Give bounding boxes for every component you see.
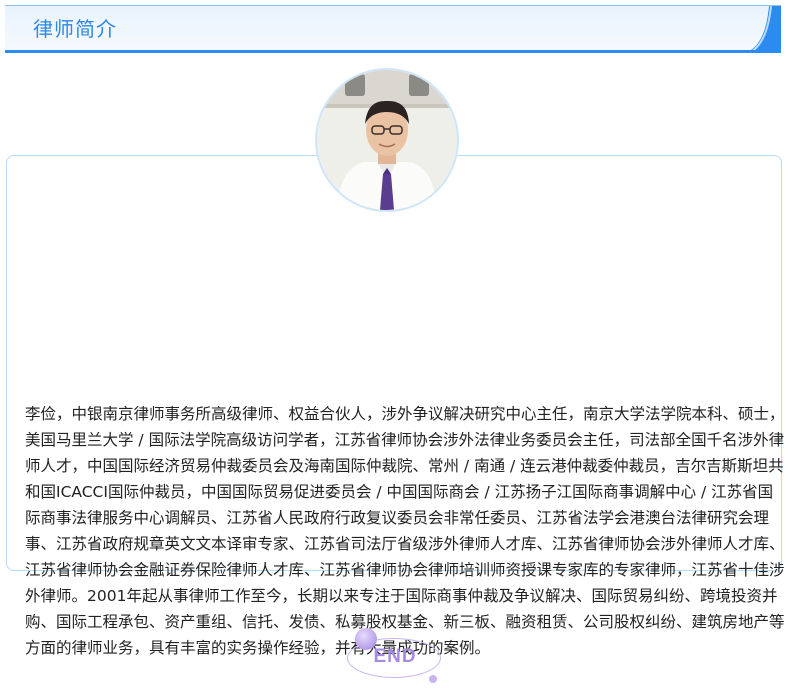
end-small-dot-icon <box>429 675 437 683</box>
profile-card: 李俭，中银南京律师事务所高级律师、权益合伙人，涉外争议解决研究中心主任，南京大学… <box>6 155 785 657</box>
end-label: END <box>373 646 417 667</box>
section-title: 律师简介 <box>33 17 117 41</box>
lawyer-bio: 李俭，中银南京律师事务所高级律师、权益合伙人，涉外争议解决研究中心主任，南京大学… <box>25 405 785 657</box>
end-badge: END <box>345 626 445 688</box>
avatar <box>315 68 459 212</box>
lawyer-portrait-icon <box>317 70 457 210</box>
section-header: 律师简介 <box>5 5 781 53</box>
corner-decoration-icon <box>750 6 781 50</box>
